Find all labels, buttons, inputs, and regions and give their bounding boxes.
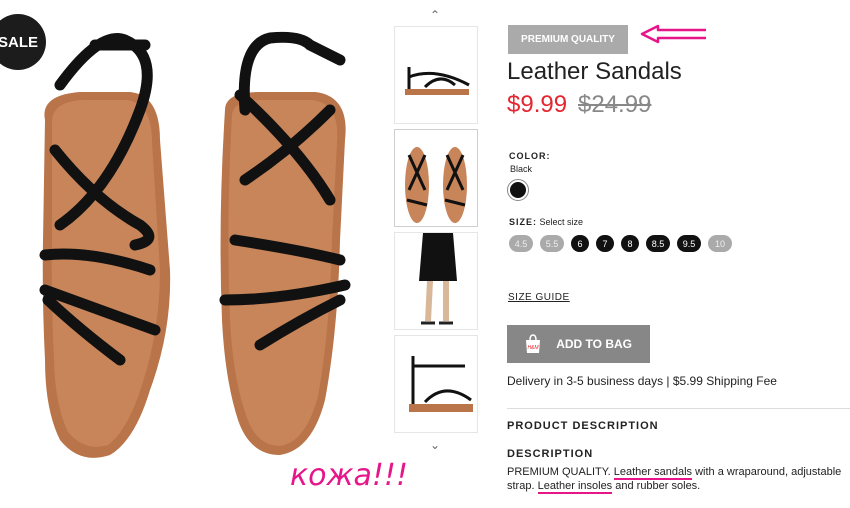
bag-logo-text: H&M [527,345,539,351]
size-option-9-5[interactable]: 9.5 [677,235,701,252]
desc-part: and rubber soles. [612,480,701,492]
thumbnail-image [405,67,470,95]
swatch-fill [510,182,526,198]
delivery-info: Delivery in 3-5 business days | $5.99 Sh… [507,374,777,388]
size-guide-link[interactable]: SIZE GUIDE [508,292,570,303]
thumbnail-up-arrow[interactable]: ⌃ [430,8,440,22]
color-value: Black [510,164,533,174]
thumbnail-image [409,356,473,412]
sale-badge-label: SALE [0,33,38,51]
size-option-5-5[interactable]: 5.5 [540,235,564,252]
annotation-arrow-icon [640,24,706,44]
size-hint: Select size [539,217,584,227]
thumbnail-3[interactable] [394,232,478,330]
color-label: COLOR: [509,151,551,161]
handwritten-annotation: кожа!!! [290,458,408,493]
desc-part: PREMIUM QUALITY. [507,466,614,478]
original-price: $24.99 [578,91,652,118]
size-option-6[interactable]: 6 [571,235,589,252]
premium-quality-label: PREMIUM QUALITY [521,34,615,45]
size-option-8[interactable]: 8 [621,235,639,252]
product-description-heading[interactable]: PRODUCT DESCRIPTION [507,420,659,432]
size-header: SIZE: Select size [509,217,583,227]
thumbnail-image [419,233,457,325]
add-to-bag-label: ADD TO BAG [556,337,632,351]
size-label: SIZE: [509,217,538,227]
desc-highlight-leather-insoles: Leather insoles [537,480,613,494]
color-swatch-black[interactable] [507,179,529,201]
shopping-bag-icon: H&M [526,334,540,353]
sale-price: $9.99 [507,91,568,118]
thumbnail-1[interactable] [394,26,478,124]
thumbnail-image [405,147,467,223]
desc-part: with a wraparound, adjustable [692,466,842,478]
main-product-image[interactable] [0,0,390,503]
sandals-illustration [39,31,351,458]
product-title: Leather Sandals [507,58,682,85]
description-label: DESCRIPTION [507,448,594,460]
size-option-4-5[interactable]: 4.5 [509,235,533,252]
desc-part: strap. [507,480,538,492]
size-option-8-5[interactable]: 8.5 [646,235,670,252]
thumbnail-down-arrow[interactable]: ⌄ [430,438,440,452]
divider [507,408,850,409]
thumbnail-2[interactable] [394,129,478,227]
desc-highlight-leather-sandals: Leather sandals [613,466,693,480]
thumbnail-4[interactable] [394,335,478,433]
size-option-7[interactable]: 7 [596,235,614,252]
premium-quality-badge: PREMIUM QUALITY [508,25,628,54]
description-text: PREMIUM QUALITY. Leather sandals with a … [507,465,850,494]
size-option-10[interactable]: 10 [708,235,732,252]
